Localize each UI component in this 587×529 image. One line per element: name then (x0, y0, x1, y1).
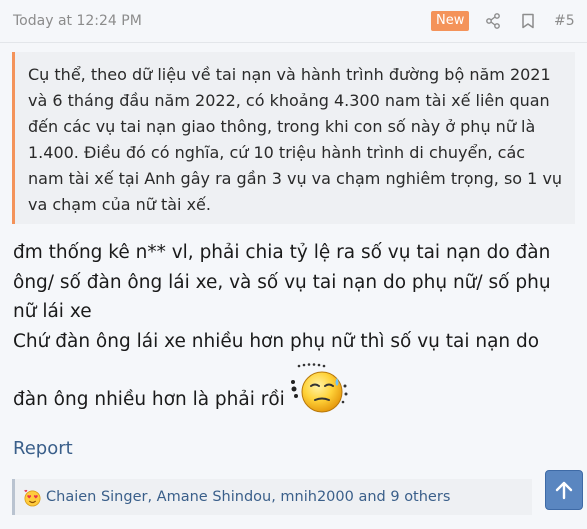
new-badge: New (431, 11, 470, 31)
quote-text: Cụ thể, theo dữ liệu về tai nạn và hành … (28, 65, 563, 214)
post-timestamp[interactable]: Today at 12:24 PM (13, 13, 142, 29)
post-header: Today at 12:24 PM New #5 (0, 0, 587, 43)
post-number-link[interactable]: #5 (554, 13, 575, 29)
post-container: Today at 12:24 PM New #5 Cụ thể, theo dữ… (0, 0, 587, 529)
sweating-smiley-icon (290, 363, 348, 413)
message-last-line: đàn ông nhiều hơn là phải rồi (13, 362, 573, 418)
bookmark-icon[interactable] (519, 12, 537, 30)
message-paragraph: Chứ đàn ông lái xe nhiều hơn phụ nữ thì … (13, 330, 540, 352)
quote-block: Cụ thể, theo dữ liệu về tai nạn và hành … (12, 52, 575, 224)
message-paragraph: đàn ông nhiều hơn là phải rồi (13, 388, 285, 410)
message-body: đm thống kê n** vl, phải chia tỷ lệ ra s… (13, 238, 573, 356)
share-icon[interactable] (484, 12, 502, 30)
report-link[interactable]: Report (13, 438, 73, 459)
message-paragraph: đm thống kê n** vl, phải chia tỷ lệ ra s… (13, 242, 551, 322)
arrow-up-icon (555, 481, 573, 500)
scroll-to-top-button[interactable] (545, 470, 583, 510)
reactions-users[interactable]: Chaien Singer, Amane Shindou, mnih2000 a… (46, 489, 450, 505)
reactions-bar[interactable]: Chaien Singer, Amane Shindou, mnih2000 a… (12, 479, 532, 515)
love-reaction-icon (24, 489, 41, 506)
